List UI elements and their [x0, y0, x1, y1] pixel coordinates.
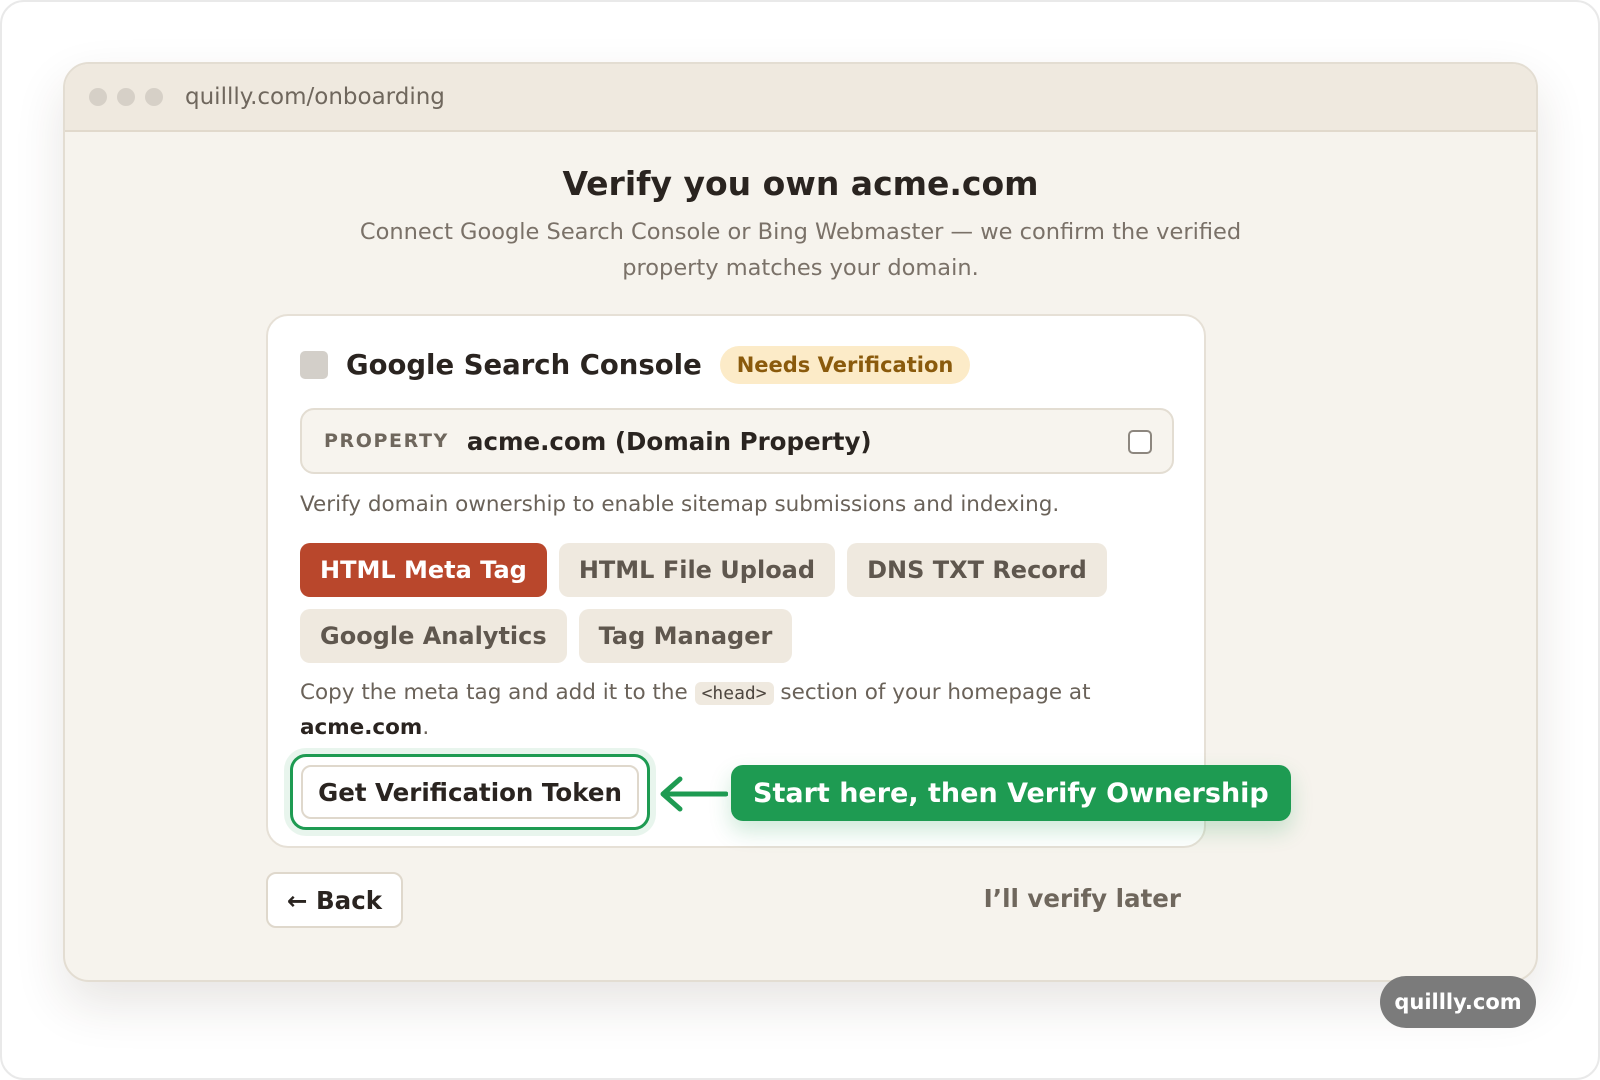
- property-selector[interactable]: PROPERTY acme.com (Domain Property): [300, 408, 1174, 474]
- method-tab-dns-txt-record[interactable]: DNS TXT Record: [847, 543, 1107, 597]
- property-label: PROPERTY: [324, 430, 449, 452]
- instructions-text: Copy the meta tag and add it to the: [300, 680, 695, 705]
- methods-row: Google Analytics Tag Manager: [300, 609, 1160, 663]
- card-title: Google Search Console: [346, 349, 702, 381]
- method-tab-html-file-upload[interactable]: HTML File Upload: [558, 543, 836, 597]
- card-header: Google Search Console Needs Verification: [300, 346, 971, 384]
- card-description: Verify domain ownership to enable sitema…: [300, 492, 1060, 517]
- instructions-end: .: [422, 715, 430, 740]
- token-button-highlight: Get Verification Token: [290, 754, 650, 830]
- verification-methods: HTML Meta Tag HTML File Upload DNS TXT R…: [300, 543, 1160, 675]
- brand-watermark: quillly.com: [1380, 976, 1536, 1028]
- method-tab-google-analytics[interactable]: Google Analytics: [300, 609, 567, 663]
- instructions-text: section of your homepage at: [773, 680, 1091, 705]
- methods-row: HTML Meta Tag HTML File Upload DNS TXT R…: [300, 543, 1160, 597]
- page-subtitle: Connect Google Search Console or Bing We…: [359, 219, 1242, 281]
- method-tab-html-meta-tag[interactable]: HTML Meta Tag: [300, 543, 547, 597]
- head-code-chip: <head>: [694, 682, 774, 705]
- back-button[interactable]: ← Back: [266, 872, 403, 928]
- instructions-domain: acme.com: [300, 715, 423, 740]
- browser-window: quillly.com/onboarding Verify you own ac…: [63, 62, 1538, 982]
- arrow-left-icon: [660, 776, 728, 812]
- verify-later-link[interactable]: I’ll verify later: [984, 884, 1181, 913]
- start-here-callout: Start here, then Verify Ownership: [731, 765, 1291, 821]
- property-value: acme.com (Domain Property): [466, 426, 872, 456]
- method-tab-tag-manager[interactable]: Tag Manager: [578, 609, 793, 663]
- get-verification-token-button[interactable]: Get Verification Token: [301, 765, 639, 819]
- window-dot-icon: [145, 88, 163, 106]
- window-dot-icon: [117, 88, 135, 106]
- method-instructions: Copy the meta tag and add it to the <hea…: [300, 676, 1160, 745]
- browser-titlebar: quillly.com/onboarding: [65, 64, 1536, 132]
- window-dot-icon: [89, 88, 107, 106]
- page-title: Verify you own acme.com: [562, 164, 1039, 203]
- verification-card: Google Search Console Needs Verification…: [266, 314, 1291, 848]
- status-badge: Needs Verification: [719, 346, 971, 384]
- address-bar-url[interactable]: quillly.com/onboarding: [185, 84, 445, 110]
- gsc-icon: [300, 351, 328, 379]
- property-checkbox[interactable]: [1128, 430, 1152, 454]
